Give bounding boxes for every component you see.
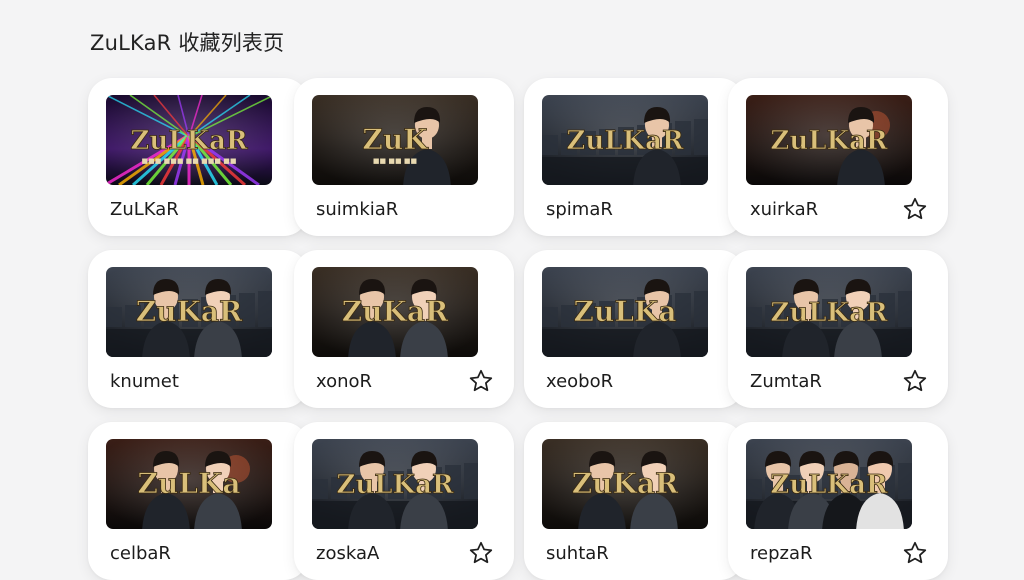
- video-title[interactable]: repzaR: [750, 543, 813, 564]
- video-card[interactable]: ZuLKaR ■■■ ■■■ ■■ ■■■ ■■ ZuLKaR: [88, 78, 308, 236]
- video-card[interactable]: ZuLKaR zoskaA: [294, 422, 514, 580]
- video-thumbnail[interactable]: ZuLKaR: [746, 439, 912, 529]
- video-card[interactable]: ZuLKa xeoboR: [524, 250, 744, 408]
- video-title[interactable]: suhtaR: [546, 543, 609, 564]
- svg-text:ZuKaR: ZuKaR: [572, 467, 679, 500]
- video-thumbnail[interactable]: ZuLKaR: [312, 439, 478, 529]
- svg-text:ZuKaR: ZuKaR: [136, 295, 243, 328]
- svg-text:ZuLKaR: ZuLKaR: [336, 470, 454, 500]
- svg-text:ZuLKaR: ZuLKaR: [770, 298, 888, 328]
- video-title[interactable]: knumet: [110, 371, 179, 392]
- star-icon[interactable]: [902, 368, 928, 394]
- star-icon[interactable]: [468, 368, 494, 394]
- video-thumbnail[interactable]: ZuK ■■ ■■ ■■: [312, 95, 478, 185]
- star-icon[interactable]: [902, 540, 928, 566]
- video-card[interactable]: ZuKaR xonoR: [294, 250, 514, 408]
- video-card[interactable]: ZuLKaR xuirkaR: [728, 78, 948, 236]
- svg-text:ZuLKaR: ZuLKaR: [770, 470, 888, 500]
- video-card[interactable]: ZuK ■■ ■■ ■■ suimkiaR: [294, 78, 514, 236]
- video-thumbnail[interactable]: ZuLKa: [542, 267, 708, 357]
- svg-text:ZuKaR: ZuKaR: [342, 295, 449, 328]
- svg-text:■■■ ■■■ ■■ ■■■ ■■: ■■■ ■■■ ■■ ■■■ ■■: [142, 157, 237, 165]
- video-thumbnail[interactable]: ZuKaR: [106, 267, 272, 357]
- svg-text:ZuLKaR: ZuLKaR: [770, 126, 888, 156]
- video-title[interactable]: ZumtaR: [750, 371, 822, 392]
- video-card[interactable]: ZuLKaR spimaR: [524, 78, 744, 236]
- video-card[interactable]: ZuLKa celbaR: [88, 422, 308, 580]
- video-thumbnail[interactable]: ZuLKa: [106, 439, 272, 529]
- video-title[interactable]: xonoR: [316, 371, 372, 392]
- star-icon[interactable]: [468, 540, 494, 566]
- video-card[interactable]: ZuKaR suhtaR: [524, 422, 744, 580]
- video-title[interactable]: spimaR: [546, 199, 613, 220]
- video-title[interactable]: xuirkaR: [750, 199, 818, 220]
- video-title[interactable]: zoskaA: [316, 543, 379, 564]
- svg-text:ZuLKaR: ZuLKaR: [130, 126, 248, 156]
- svg-text:ZuK: ZuK: [362, 123, 429, 156]
- video-thumbnail[interactable]: ZuLKaR ■■■ ■■■ ■■ ■■■ ■■: [106, 95, 272, 185]
- video-thumbnail[interactable]: ZuKaR: [542, 439, 708, 529]
- page-title: ZuLKaR 收藏列表页: [90, 31, 285, 55]
- svg-text:ZuLKa: ZuLKa: [138, 467, 241, 500]
- svg-text:■■ ■■ ■■: ■■ ■■ ■■: [373, 157, 417, 165]
- video-thumbnail[interactable]: ZuLKaR: [746, 95, 912, 185]
- svg-text:ZuLKaR: ZuLKaR: [566, 126, 684, 156]
- star-icon[interactable]: [902, 196, 928, 222]
- video-title[interactable]: suimkiaR: [316, 199, 398, 220]
- video-card[interactable]: ZuLKaR repzaR: [728, 422, 948, 580]
- video-card[interactable]: ZuLKaR ZumtaR: [728, 250, 948, 408]
- video-title[interactable]: ZuLKaR: [110, 199, 179, 220]
- video-thumbnail[interactable]: ZuLKaR: [746, 267, 912, 357]
- video-card[interactable]: ZuKaR knumet: [88, 250, 308, 408]
- video-thumbnail[interactable]: ZuKaR: [312, 267, 478, 357]
- video-title[interactable]: xeoboR: [546, 371, 613, 392]
- video-thumbnail[interactable]: ZuLKaR: [542, 95, 708, 185]
- video-title[interactable]: celbaR: [110, 543, 171, 564]
- svg-text:ZuLKa: ZuLKa: [574, 295, 677, 328]
